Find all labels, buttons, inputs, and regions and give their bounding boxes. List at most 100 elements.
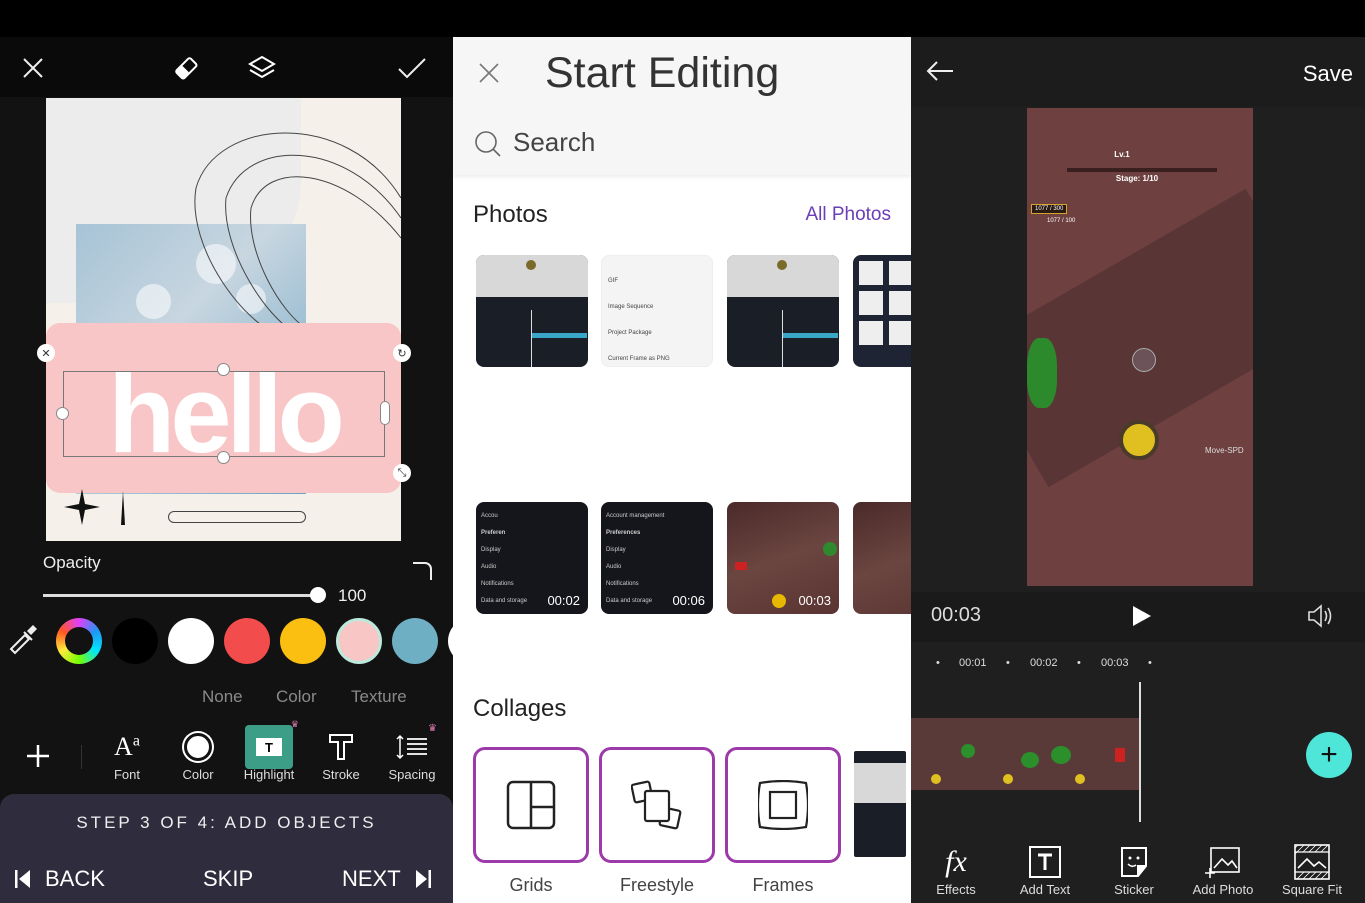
- resize-handle-right[interactable]: [380, 401, 390, 425]
- add-photo-icon: [1183, 842, 1263, 882]
- video-thumb[interactable]: Accou Preferen Display Audio Notificatio…: [476, 502, 588, 614]
- opacity-label: Opacity: [43, 553, 101, 572]
- thumb-text: Accou: [481, 513, 498, 519]
- back-button[interactable]: BACK: [15, 866, 105, 892]
- step-title: STEP 3 OF 4: ADD OBJECTS: [76, 813, 377, 832]
- opacity-slider[interactable]: [43, 594, 318, 597]
- canvas-text[interactable]: hello: [63, 371, 385, 457]
- video-editor-panel: Save Lv.1 Stage: 1/10 1077 / 300 1077 / …: [911, 37, 1365, 903]
- collage-freestyle[interactable]: [599, 747, 715, 863]
- swatch-red[interactable]: [224, 618, 270, 664]
- photo-thumb[interactable]: [476, 255, 588, 367]
- thumb-text: Current Frame as PNG: [608, 356, 670, 362]
- thumb-text: Audio: [481, 564, 497, 570]
- next-button[interactable]: NEXT: [342, 866, 431, 892]
- tool-add-text[interactable]: Add Text: [1005, 842, 1085, 897]
- corner-radius-icon[interactable]: [410, 559, 434, 583]
- resize-handle-bottom[interactable]: [217, 451, 230, 464]
- freestyle-icon: [631, 780, 682, 830]
- all-photos-link[interactable]: All Photos: [805, 204, 891, 226]
- square-fit-icon: [1272, 842, 1352, 882]
- swatch-pink-selected[interactable]: [336, 618, 382, 664]
- opacity-slider-thumb[interactable]: [310, 587, 326, 603]
- video-preview[interactable]: Lv.1 Stage: 1/10 1077 / 300 1077 / 100 M…: [1027, 108, 1253, 586]
- mode-none[interactable]: None: [202, 687, 243, 707]
- editor-toolbar: [0, 37, 453, 97]
- tool-add-photo[interactable]: Add Photo: [1183, 842, 1263, 897]
- search-input[interactable]: Search: [513, 127, 595, 158]
- grids-label: Grids: [509, 875, 553, 895]
- canvas-pill-decor: [168, 511, 306, 523]
- playhead[interactable]: [1139, 682, 1141, 822]
- tool-spacing[interactable]: ♛ Spacing: [377, 723, 447, 782]
- tool-color[interactable]: Color: [163, 727, 233, 782]
- mode-texture[interactable]: Texture: [351, 687, 407, 707]
- thumb-text: Display: [606, 547, 626, 553]
- resize-handle-top[interactable]: [217, 363, 230, 376]
- swatch-yellow[interactable]: [280, 618, 326, 664]
- toolbar-divider: [81, 745, 82, 769]
- photo-thumb[interactable]: GIF Image Sequence Project Package Curre…: [601, 255, 713, 367]
- swatch-black[interactable]: [112, 618, 158, 664]
- hud-level: Lv.1: [1114, 150, 1130, 159]
- save-button[interactable]: Save: [1303, 61, 1353, 87]
- close-icon[interactable]: [20, 55, 46, 81]
- thumb-text: Preferences: [606, 530, 641, 536]
- text-editor-panel: hello ✕ ↻ ⤡ Opacity 100 None Color Textu…: [0, 37, 453, 903]
- video-thumb[interactable]: 00:03: [727, 502, 839, 614]
- skip-back-icon: [15, 870, 30, 888]
- timeline-clip[interactable]: [911, 718, 1139, 790]
- video-thumb[interactable]: [853, 502, 911, 614]
- fx-icon: fx: [945, 845, 967, 878]
- collages-section-title: Collages: [473, 695, 567, 722]
- mode-color[interactable]: Color: [276, 687, 317, 707]
- collage-frames[interactable]: [725, 747, 841, 863]
- tool-square-fit[interactable]: Square Fit: [1272, 842, 1352, 897]
- close-icon[interactable]: [477, 61, 501, 85]
- tool-effects[interactable]: fx Effects: [916, 842, 996, 897]
- thumb-text: Preferen: [481, 530, 506, 536]
- add-clip-button[interactable]: +: [1306, 732, 1352, 778]
- swatch-blue[interactable]: [392, 618, 438, 664]
- collage-grids[interactable]: [473, 747, 589, 863]
- thumb-text: Account management: [606, 513, 665, 519]
- tool-font[interactable]: Aa Font: [92, 727, 162, 782]
- volume-icon[interactable]: [1306, 603, 1336, 629]
- tool-add-text-label: Add Text: [1019, 882, 1071, 897]
- opacity-value: 100: [338, 586, 367, 605]
- video-thumb[interactable]: Account management Preferences Display A…: [601, 502, 713, 614]
- check-icon[interactable]: [396, 55, 428, 81]
- rotate-icon[interactable]: ↻: [393, 344, 411, 362]
- eyedropper-icon[interactable]: [6, 622, 40, 656]
- tool-highlight[interactable]: T ♛ Highlight: [234, 719, 304, 782]
- tool-stroke[interactable]: Stroke: [306, 727, 376, 782]
- tool-sticker[interactable]: Sticker: [1094, 842, 1174, 897]
- hud-ammo-secondary: 1077 / 100: [1047, 218, 1076, 224]
- tool-effects-label: Effects: [936, 882, 976, 897]
- swatch-color-wheel[interactable]: [56, 618, 102, 664]
- next-label: NEXT: [342, 866, 401, 891]
- delete-text-icon[interactable]: ✕: [37, 344, 55, 362]
- eraser-icon[interactable]: [171, 53, 201, 83]
- video-duration: 00:02: [547, 593, 580, 608]
- frames-label: Frames: [752, 875, 814, 895]
- skip-button[interactable]: SKIP: [203, 866, 253, 892]
- collage-thumb[interactable]: [854, 751, 906, 857]
- joystick: [1119, 420, 1159, 460]
- back-arrow-icon[interactable]: [925, 59, 955, 83]
- tool-font-label: Font: [113, 767, 140, 782]
- swatch-white[interactable]: [168, 618, 214, 664]
- resize-handle-left[interactable]: [56, 407, 69, 420]
- photo-thumb[interactable]: [727, 255, 839, 367]
- sparkle-decor: [64, 489, 125, 525]
- play-icon[interactable]: [1130, 604, 1154, 628]
- thumb-text: Display: [481, 547, 501, 553]
- add-icon[interactable]: [24, 742, 52, 770]
- back-label: BACK: [45, 866, 105, 891]
- font-icon: Aa: [114, 732, 140, 761]
- color-icon: [163, 727, 233, 767]
- thumb-text: GIF: [608, 278, 618, 284]
- photo-thumb[interactable]: [853, 255, 911, 367]
- scale-icon[interactable]: ⤡: [393, 464, 411, 482]
- layers-icon[interactable]: [246, 53, 278, 83]
